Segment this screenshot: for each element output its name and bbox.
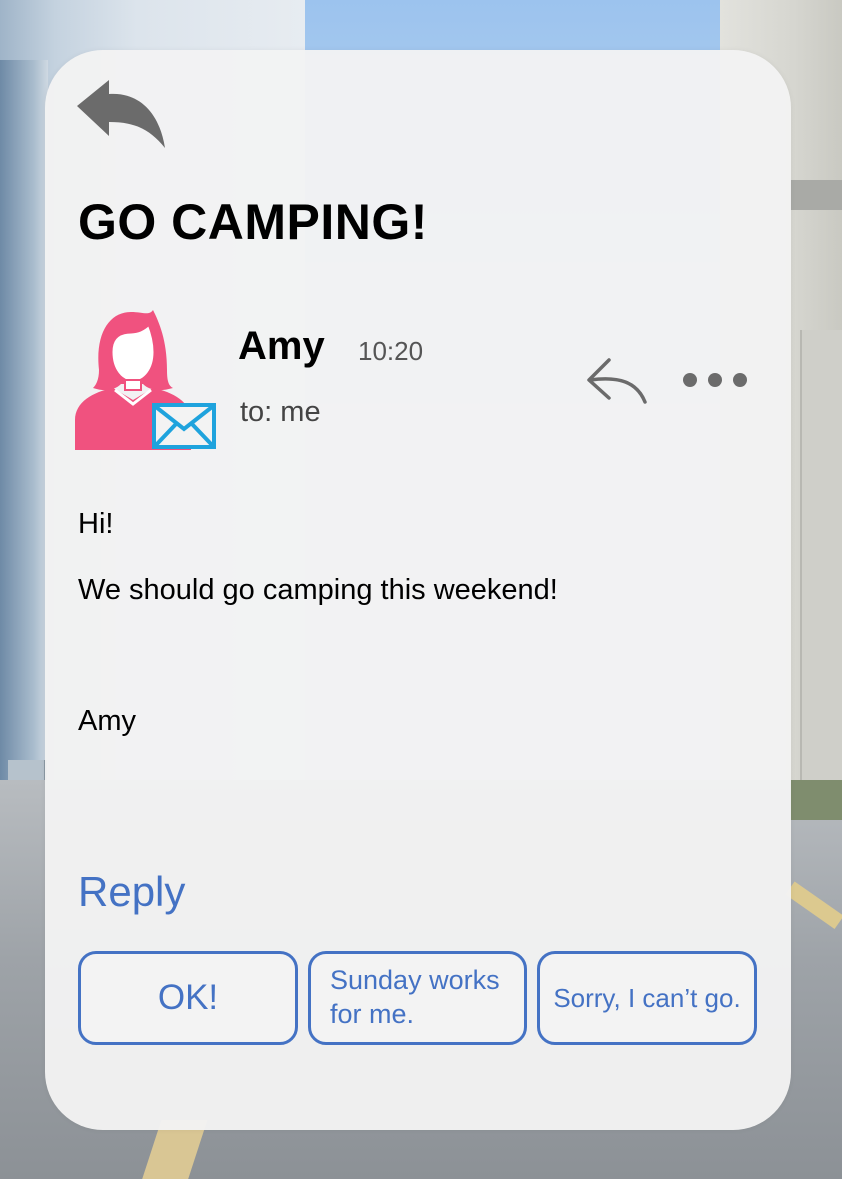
recipient-line: to: me [240,396,321,428]
quick-reply-ok-button[interactable]: OK! [78,951,298,1045]
more-options-button[interactable] [675,365,755,395]
quick-reply-label: OK! [157,978,219,1017]
reply-heading: Reply [78,868,186,915]
more-options-icon [683,373,747,387]
back-button[interactable] [75,78,167,150]
reply-arrow-icon [587,358,647,404]
email-greeting: Hi! [78,508,114,540]
background-right-ledge [790,180,842,210]
envelope-icon [152,403,216,449]
quick-reply-sorry-button[interactable]: Sorry, I can’t go. [537,951,757,1045]
quick-reply-sunday-button[interactable]: Sunday works for me. [308,951,527,1045]
screen: GO CAMPING! Amy 10:20 to: me Hi! We shou… [0,0,842,1179]
background-hedge [790,780,842,820]
background-left-window [0,60,48,880]
sender-name: Amy [238,324,325,368]
email-card: GO CAMPING! Amy 10:20 to: me Hi! We shou… [45,50,791,1130]
sent-time: 10:20 [358,336,424,366]
quick-reply-label: Sorry, I can’t go. [553,982,741,1013]
email-message: We should go camping this weekend! [78,574,558,606]
background-right-pillar [800,330,842,790]
quick-reply-label: Sunday works for me. [330,965,500,1029]
sender-avatar [75,310,216,450]
reply-button[interactable] [585,352,651,404]
email-subject: GO CAMPING! [78,194,428,250]
email-signature: Amy [78,705,136,737]
back-arrow-icon [77,80,165,148]
